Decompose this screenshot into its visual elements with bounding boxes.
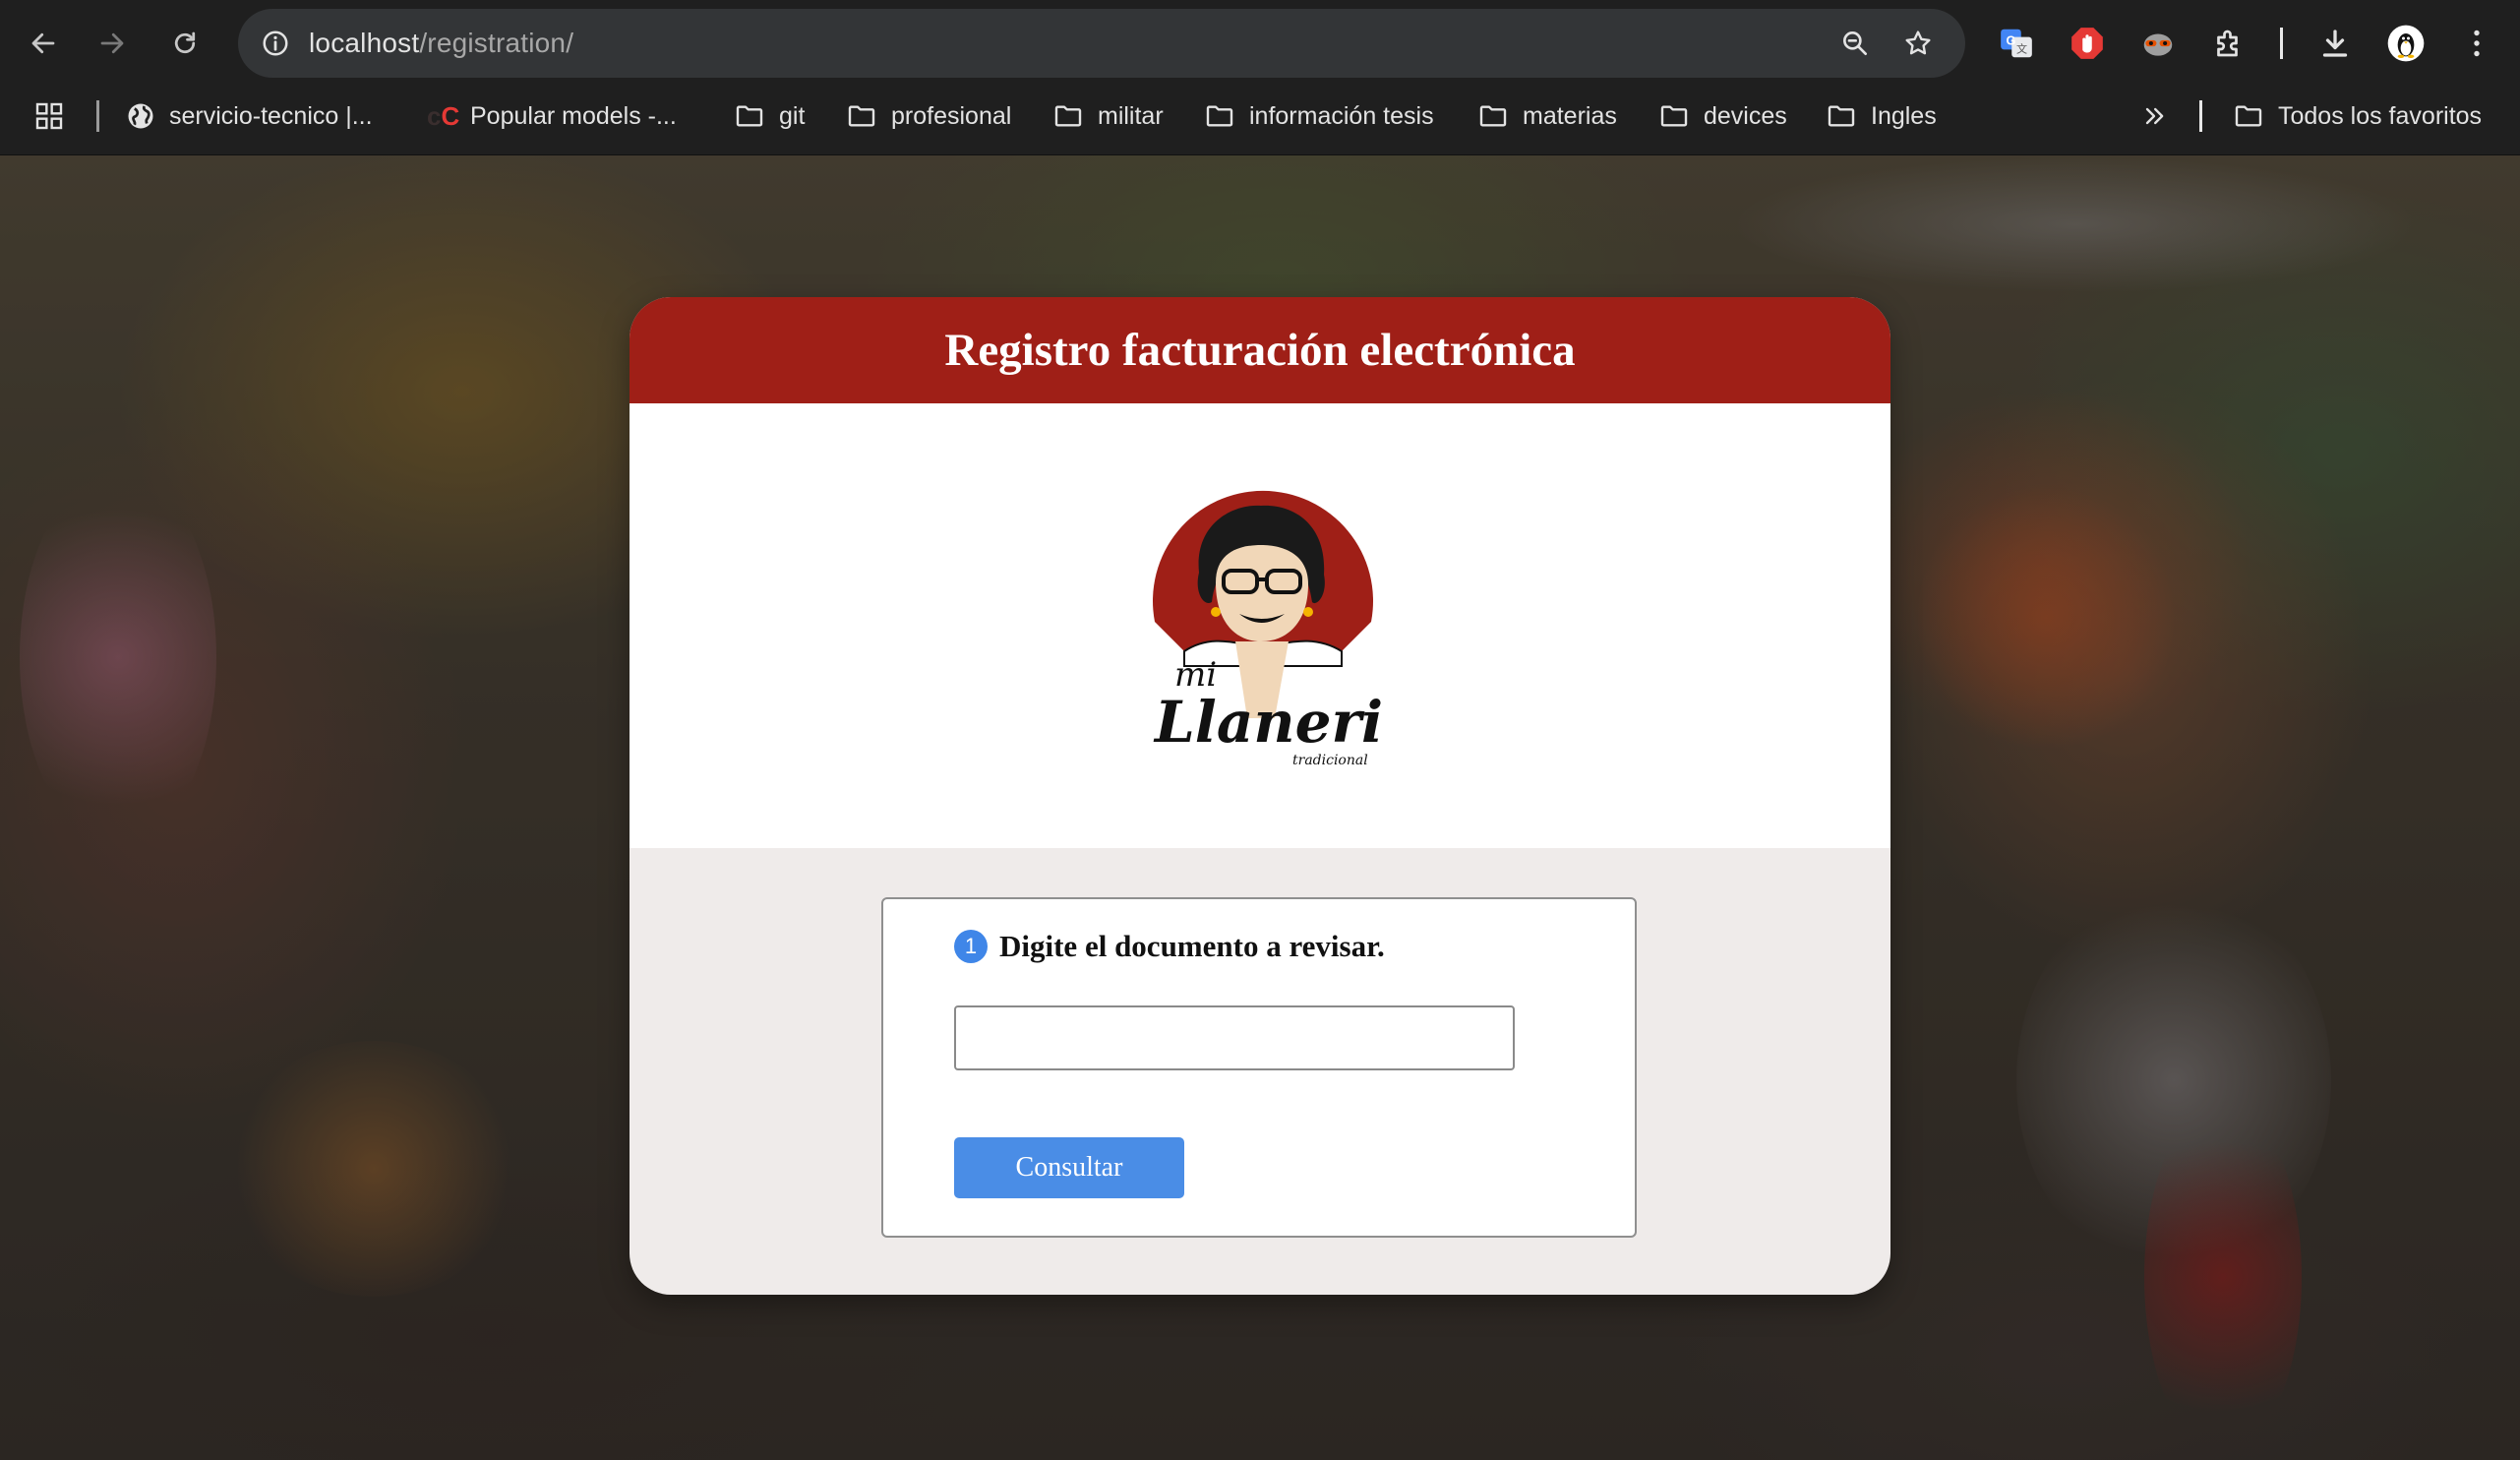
card-header: Registro facturación electrónica <box>630 297 1890 403</box>
svg-text:Llanerita: Llanerita <box>1153 689 1381 756</box>
bookmarks-divider <box>2199 100 2202 132</box>
menu-kebab-icon[interactable] <box>2455 22 2498 65</box>
reload-icon <box>174 31 196 54</box>
svg-text:文: 文 <box>2016 42 2027 56</box>
bookmark-item[interactable]: servicio-tecnico |... <box>126 87 373 146</box>
bookmarks-divider <box>96 100 99 132</box>
registration-card: Registro facturación electrónica mi Llan… <box>630 297 1890 1295</box>
reload-button[interactable] <box>155 14 214 73</box>
zoom-icon[interactable] <box>1833 22 1877 65</box>
downloads-icon[interactable] <box>2313 22 2357 65</box>
page-viewport: Registro facturación electrónica mi Llan… <box>0 155 2520 1460</box>
svg-text:tradicional: tradicional <box>1292 753 1368 768</box>
url-host: localhost <box>309 28 420 58</box>
bookmark-label: devices <box>1704 101 1787 130</box>
bookmark-star-icon[interactable] <box>1896 22 1940 65</box>
bookmark-folder[interactable]: Ingles <box>1826 87 1937 146</box>
arrow-left-icon <box>31 32 55 54</box>
browser-toolbar: localhost/registration/ G文 <box>0 0 2520 87</box>
extensions-puzzle-icon[interactable] <box>2207 22 2250 65</box>
step-label: Digite el documento a revisar. <box>999 929 1385 963</box>
bookmark-label: Popular models -... <box>470 101 677 130</box>
document-input[interactable] <box>954 1005 1515 1070</box>
consultar-button[interactable]: Consultar <box>954 1137 1184 1198</box>
globe-icon <box>128 103 153 129</box>
step-number-badge: 1 <box>954 930 988 963</box>
adblock-extension-icon[interactable] <box>2066 22 2109 65</box>
step-header: 1 Digite el documento a revisar. <box>954 929 1385 964</box>
folder-icon <box>1660 105 1688 127</box>
bookmark-label: materias <box>1523 101 1617 130</box>
bookmark-folder[interactable]: información tesis <box>1204 87 1434 146</box>
logo-section: mi Llanerita tradicional <box>630 403 1890 848</box>
folder-icon <box>1828 105 1855 127</box>
profile-avatar-icon[interactable] <box>2384 22 2428 65</box>
all-bookmarks-folder[interactable]: Todos los favoritos <box>2233 87 2482 146</box>
page-title: Registro facturación electrónica <box>944 325 1576 376</box>
url-text[interactable]: localhost/registration/ <box>309 9 573 78</box>
apps-grid-button[interactable] <box>33 87 65 146</box>
privacy-badger-icon[interactable] <box>2136 22 2180 65</box>
google-translate-icon[interactable]: G文 <box>1995 22 2038 65</box>
folder-icon <box>2235 105 2262 127</box>
url-path: /registration/ <box>419 28 574 58</box>
all-bookmarks-label: Todos los favoritos <box>2278 101 2483 130</box>
folder-icon <box>848 105 875 127</box>
double-chevron-right-icon <box>2145 107 2164 125</box>
bookmark-label: git <box>779 101 806 130</box>
forward-button[interactable] <box>83 14 142 73</box>
toolbar-divider <box>2280 28 2283 59</box>
address-bar[interactable]: localhost/registration/ <box>238 9 1965 78</box>
svg-text:G: G <box>2007 34 2016 48</box>
bookmark-label: profesional <box>891 101 1012 130</box>
document-lookup-form: 1 Digite el documento a revisar. Consult… <box>881 897 1637 1238</box>
folder-icon <box>1479 105 1507 127</box>
mi-llanerita-logo: mi Llanerita tradicional <box>1153 490 1381 768</box>
back-button[interactable] <box>14 14 73 73</box>
bookmark-folder[interactable]: devices <box>1658 87 1787 146</box>
cc-logo-icon: cC <box>427 100 460 131</box>
bookmark-folder[interactable]: materias <box>1477 87 1617 146</box>
bookmark-label: información tesis <box>1249 101 1434 130</box>
bookmark-item[interactable]: cC Popular models -... <box>427 87 677 146</box>
site-info-icon[interactable] <box>254 22 297 65</box>
bookmark-folder[interactable]: git <box>734 87 805 146</box>
bookmark-label: Ingles <box>1871 101 1937 130</box>
bookmarks-bar: servicio-tecnico |... cC Popular models … <box>0 87 2520 155</box>
folder-icon <box>1054 105 1082 127</box>
folder-icon <box>1206 105 1233 127</box>
bookmark-folder[interactable]: militar <box>1052 87 1164 146</box>
arrow-right-icon <box>100 32 124 54</box>
apps-grid-icon <box>35 102 63 130</box>
bookmark-label: militar <box>1098 101 1164 130</box>
folder-icon <box>736 105 763 127</box>
bookmark-folder[interactable]: profesional <box>846 87 1011 146</box>
bookmark-label: servicio-tecnico |... <box>169 101 373 130</box>
more-bookmarks-button[interactable] <box>2140 87 2168 146</box>
